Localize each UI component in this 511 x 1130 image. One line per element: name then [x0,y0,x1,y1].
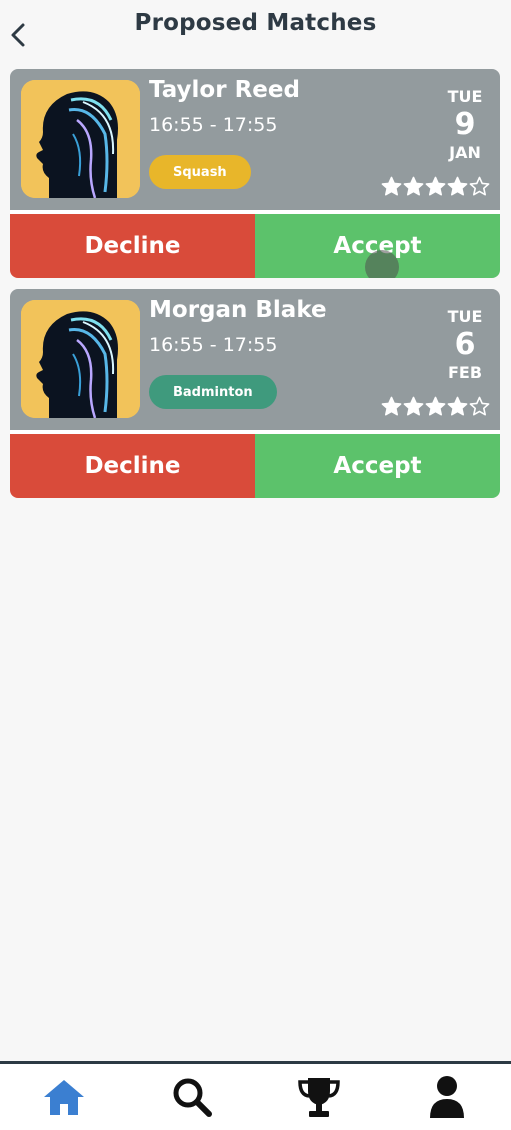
bottom-nav [0,1064,511,1130]
match-card-details[interactable]: Taylor Reed 16:55 - 17:55 Squash TUE 9 J… [10,69,500,210]
player-name: Taylor Reed [149,77,300,103]
nav-search[interactable] [162,1067,222,1127]
match-time: 16:55 - 17:55 [149,114,278,136]
match-actions: Decline Accept [10,214,500,278]
date-month: FEB [447,363,483,382]
player-name: Morgan Blake [149,297,327,323]
star-filled-icon [447,396,468,416]
match-time: 16:55 - 17:55 [149,334,278,356]
date-day-of-week: TUE [447,307,483,326]
header: Proposed Matches [0,0,511,56]
date-month: JAN [449,143,481,162]
match-card: Morgan Blake 16:55 - 17:55 Badminton TUE… [10,289,500,498]
star-empty-icon [469,396,490,416]
star-filled-icon [381,396,402,416]
touch-indicator [365,250,399,278]
match-date: TUE 6 FEB [440,307,490,383]
star-filled-icon [381,176,402,196]
match-date: TUE 9 JAN [440,87,490,163]
match-card: Taylor Reed 16:55 - 17:55 Squash TUE 9 J… [10,69,500,278]
nav-home[interactable] [34,1067,94,1127]
rating-stars [381,176,490,197]
match-actions: Decline Accept [10,434,500,498]
star-filled-icon [425,176,446,196]
nav-profile[interactable] [417,1067,477,1127]
date-day-of-week: TUE [447,87,483,106]
decline-button[interactable]: Decline [10,214,255,278]
accept-button[interactable]: Accept [255,214,500,278]
sport-badge: Badminton [149,375,277,409]
match-list: Taylor Reed 16:55 - 17:55 Squash TUE 9 J… [10,69,500,509]
star-filled-icon [403,176,424,196]
sport-badge: Squash [149,155,251,189]
date-day: 9 [454,107,476,142]
app-screen: Proposed Matches Taylor Reed 16:55 - 17:… [0,0,511,1130]
star-empty-icon [469,176,490,196]
avatar [21,300,140,418]
home-icon [43,1080,84,1115]
star-filled-icon [447,176,468,196]
profile-icon [430,1076,465,1118]
trophy-icon [298,1078,341,1117]
avatar-portrait-icon [21,80,140,198]
avatar-portrait-icon [21,300,140,418]
date-day: 6 [454,327,476,362]
avatar [21,80,140,198]
search-icon [173,1078,212,1117]
rating-stars [381,396,490,417]
match-card-details[interactable]: Morgan Blake 16:55 - 17:55 Badminton TUE… [10,289,500,430]
nav-trophies[interactable] [289,1067,349,1127]
star-filled-icon [425,396,446,416]
star-filled-icon [403,396,424,416]
accept-button[interactable]: Accept [255,434,500,498]
decline-button[interactable]: Decline [10,434,255,498]
page-title: Proposed Matches [134,10,377,36]
